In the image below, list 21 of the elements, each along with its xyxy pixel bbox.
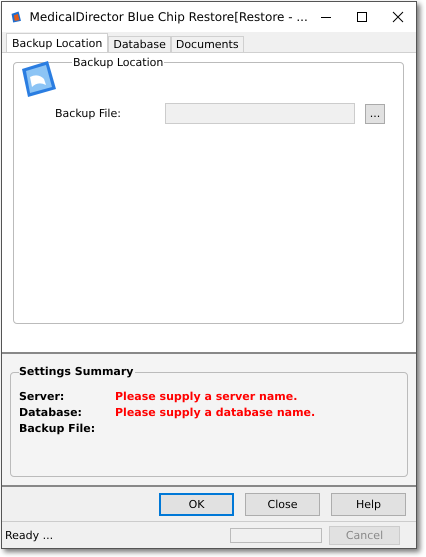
summary-label: Database:	[19, 406, 83, 421]
tab[interactable]: Backup Location	[6, 33, 108, 52]
tab[interactable]: Database	[108, 36, 171, 52]
summary-value: Please supply a database name.	[115, 406, 316, 421]
group-title: Settings Summary	[19, 365, 136, 378]
dialog-button[interactable]: OK	[159, 492, 234, 516]
maximize-icon[interactable]	[356, 11, 368, 23]
status-text: Ready ...	[5, 528, 54, 542]
summary-value: Please supply a server name.	[115, 390, 298, 405]
tab[interactable]: Documents	[170, 36, 244, 52]
field-label: Backup File:	[55, 107, 122, 120]
backup-file-field[interactable]	[165, 103, 355, 124]
group-title: Backup Location	[72, 56, 164, 69]
browse-button[interactable]: ...	[365, 104, 385, 124]
window-title: MedicalDirector Blue Chip Restore[Restore - ...	[30, 10, 308, 24]
dialog-button[interactable]: Help	[331, 492, 406, 516]
summary-label: Server:	[19, 390, 66, 405]
close-icon[interactable]	[392, 11, 404, 23]
app-icon	[10, 9, 23, 25]
summary-label: Backup File:	[19, 422, 96, 437]
dialog-button[interactable]: Close	[245, 492, 320, 516]
